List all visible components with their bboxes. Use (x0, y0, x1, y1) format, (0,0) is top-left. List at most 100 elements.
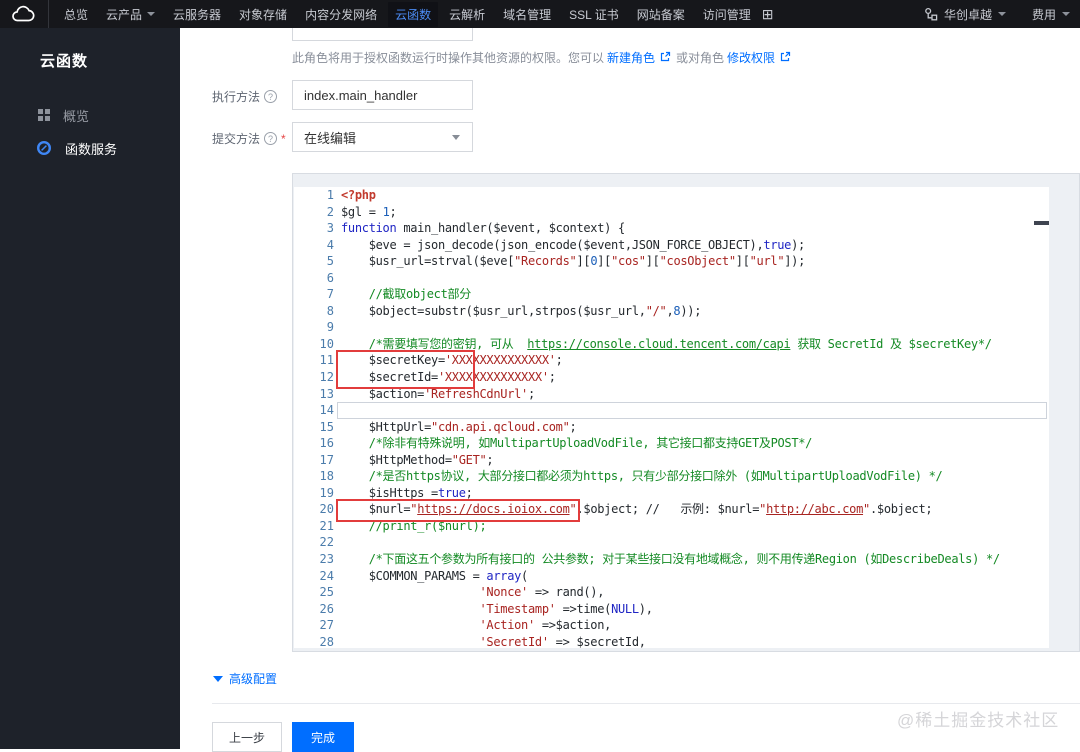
role-hint: 此角色将用于授权函数运行时操作其他资源的权限。您可以 新建角色 或对角色 修改权限 (292, 49, 793, 66)
chevron-down-icon (147, 12, 156, 16)
exec-method-label-text: 执行方法 (212, 90, 261, 104)
topnav-item-domains[interactable]: 域名管理 (496, 2, 558, 27)
required-mark: * (281, 131, 286, 146)
grid-icon (38, 109, 50, 121)
code-line-15[interactable]: $HttpUrl="cdn.api.qcloud.com"; (341, 419, 1000, 436)
line-number: 9 (326, 320, 334, 335)
line-number: 1 (326, 188, 334, 202)
annotation-box-refresh-url (336, 499, 580, 522)
top-bar: 总览 云产品 云服务器 对象存储 内容分发网络 云函数 云解析 域名管理 SSL 证书 网站备案访… (0, 0, 1080, 28)
scrollbar-mark[interactable] (1034, 221, 1049, 225)
add-nav-icon[interactable]: ⊞ (762, 6, 774, 23)
code-line-1[interactable]: <?php (341, 187, 1000, 204)
line-number: 26 (319, 601, 334, 616)
line-number: 19 (319, 485, 334, 500)
billing-menu[interactable]: 费用 (1032, 6, 1070, 23)
code-line-5[interactable]: $usr_url=strval($eve["Records"][0]["cos"… (341, 253, 1000, 270)
cloud-logo[interactable] (0, 0, 49, 28)
sidebar-item-function-service[interactable]: 函数服务 (0, 133, 180, 163)
triangle-down-icon (213, 675, 223, 682)
line-number: 5 (326, 254, 334, 269)
annotation-box-secret-keys (336, 350, 475, 389)
modify-permission-link[interactable]: 修改权限 (727, 49, 775, 66)
line-number-gutter: 1 2 3 4 5 6 7 8 9 10 11 12 13 14 15 16 17 18 19 20 21 22 23 24 2… (294, 187, 334, 648)
watermark: @稀土掘金技术社区 (897, 711, 1060, 730)
code-line-18[interactable]: /*是否https协议, 大部分接口都必须为https, 只有少部分接口除外 (… (341, 468, 1000, 485)
code-line-17[interactable]: $HttpMethod="GET"; (341, 452, 1000, 469)
exec-method-input[interactable] (292, 80, 473, 110)
line-number: 17 (319, 452, 334, 467)
topnav-item-cam[interactable]: 访问管理 (696, 2, 758, 27)
line-number: 3 (326, 221, 334, 236)
code-line-27[interactable]: 'Action' =>$action, (341, 617, 1000, 634)
code-line-22[interactable] (341, 534, 1000, 551)
line-number: 28 (319, 634, 334, 648)
submit-method-label: 提交方法 ? * (212, 130, 286, 147)
role-input-partial[interactable] (292, 28, 473, 41)
help-icon[interactable]: ? (264, 90, 278, 103)
topnav-item-dns[interactable]: 云解析 (442, 2, 492, 27)
code-line-16[interactable]: /*除非有特殊说明, 如MultipartUploadVodFile, 其它接口… (341, 435, 1000, 452)
external-link-icon[interactable] (780, 51, 791, 65)
line-number: 23 (319, 552, 334, 567)
topnav-item-products[interactable]: 云产品 (99, 2, 162, 27)
account-name: 华创卓越 (943, 7, 992, 22)
line-number: 6 (326, 270, 334, 285)
topnav-item-cvm[interactable]: 云服务器 (166, 2, 228, 27)
code-editor[interactable]: 1 2 3 4 5 6 7 8 9 10 11 12 13 14 15 16 17 18 19 20 21 22 23 24 2… (292, 173, 1080, 652)
topnav-item-ssl[interactable]: SSL 证书 (562, 2, 626, 27)
code-line-8[interactable]: $object=substr($usr_url,strpos($usr_url,… (341, 303, 1000, 320)
current-line-highlight (337, 402, 1047, 419)
line-number: 25 (319, 585, 334, 600)
topnav-item-overview[interactable]: 总览 (57, 2, 95, 27)
topnav-item-scf[interactable]: 云函数 (388, 1, 439, 27)
code-line-25[interactable]: 'Nonce' => rand(), (341, 584, 1000, 601)
account-menu[interactable]: 华创卓越 (924, 6, 1006, 23)
sidebar-item-label: 概览 (63, 108, 90, 124)
line-number: 24 (319, 568, 334, 583)
org-icon (925, 7, 938, 21)
chevron-down-icon (997, 12, 1006, 16)
code-line-6[interactable] (341, 270, 1000, 287)
help-icon[interactable]: ? (264, 132, 278, 145)
divider (212, 703, 1080, 704)
line-number: 16 (319, 436, 334, 451)
sidebar-item-overview[interactable]: 概览 (0, 100, 180, 130)
code-line-26[interactable]: 'Timestamp' =>time(NULL), (341, 601, 1000, 618)
billing-label: 费用 (1031, 7, 1056, 22)
topnav-item-beian[interactable]: 网站备案 (630, 2, 692, 27)
top-nav: 总览 云产品 云服务器 对象存储 内容分发网络 云函数 云解析 域名管理 SSL 证书 网站备案访… (57, 1, 758, 27)
submit-method-select[interactable]: 在线编辑 (292, 122, 473, 152)
exec-method-label: 执行方法 ? (212, 88, 278, 105)
external-link-icon[interactable] (660, 51, 671, 65)
sidebar-item-label: 函数服务 (65, 141, 118, 157)
line-number: 11 (319, 353, 334, 368)
line-number: 13 (319, 386, 334, 401)
role-hint-text: 或对角色 (676, 51, 725, 65)
create-role-link[interactable]: 新建角色 (607, 49, 655, 66)
code-line-24[interactable]: $COMMON_PARAMS = array( (341, 568, 1000, 585)
code-line-23[interactable]: /*下面这五个参数为所有接口的 公共参数; 对于某些接口没有地域概念, 则不用传… (341, 551, 1000, 568)
code-line-28[interactable]: 'SecretId' => $secretId, (341, 634, 1000, 648)
chevron-down-icon (452, 134, 460, 140)
topnav-item-cos[interactable]: 对象存储 (232, 2, 294, 27)
line-number: 10 (319, 336, 334, 351)
line-number: 2 (326, 204, 334, 219)
done-button[interactable]: 完成 (292, 722, 354, 752)
line-number: 4 (326, 237, 334, 252)
line-number: 21 (319, 518, 334, 533)
line-number: 7 (326, 287, 334, 302)
role-hint-text: 此角色将用于授权函数运行时操作其他资源的权限。您可以 (292, 51, 605, 65)
code-line-7[interactable]: //截取object部分 (341, 286, 1000, 303)
chevron-down-icon (1062, 12, 1070, 16)
previous-step-button[interactable]: 上一步 (212, 722, 282, 752)
code-line-2[interactable]: $gl = 1; (341, 204, 1000, 221)
code-line-9[interactable] (341, 319, 1000, 336)
topnav-item-cdn[interactable]: 内容分发网络 (298, 2, 384, 27)
code-line-3[interactable]: function main_handler($event, $context) … (341, 220, 1000, 237)
advanced-config-toggle[interactable]: 高级配置 (213, 670, 277, 687)
code-line-4[interactable]: $eve = json_decode(json_encode($event,JS… (341, 237, 1000, 254)
line-number: 20 (319, 502, 334, 517)
topbar-right: 华创卓越 费用 (924, 0, 1070, 28)
advanced-config-label: 高级配置 (229, 672, 278, 686)
